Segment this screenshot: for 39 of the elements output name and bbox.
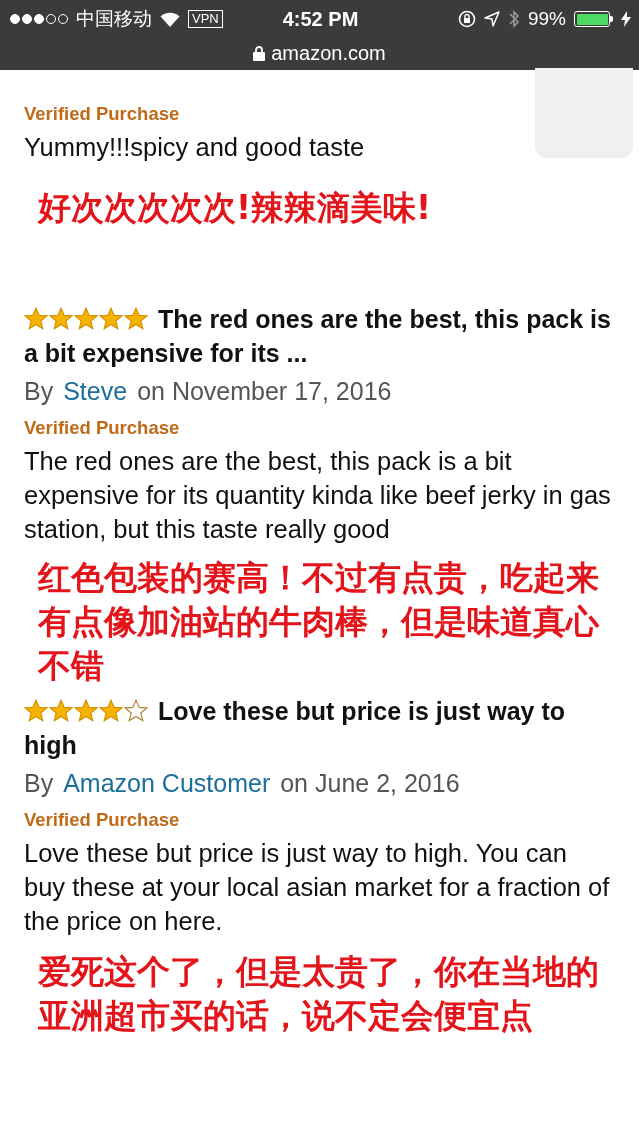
charging-bolt-icon <box>621 11 631 27</box>
translation-caption: 爱死这个了，但是太贵了，你在当地的亚洲超市买的话，说不定会便宜点 <box>37 951 600 1037</box>
byline-label: By <box>24 768 54 798</box>
vpn-indicator: VPN <box>188 10 223 28</box>
star-icon <box>124 307 148 331</box>
lock-icon <box>253 45 266 61</box>
battery-percentage: 99% <box>527 8 566 30</box>
star-icon <box>49 307 73 331</box>
star-icon <box>99 307 123 331</box>
byline-label: By <box>24 376 54 406</box>
verified-purchase-label: Verified Purchase <box>24 102 180 126</box>
star-icon <box>74 699 98 723</box>
star-icon <box>24 699 48 723</box>
star-icon <box>49 699 73 723</box>
star-icon <box>74 307 98 331</box>
carrier-name: 中国移动 <box>76 7 152 31</box>
wifi-icon <box>160 11 180 27</box>
author-link[interactable]: Steve <box>63 376 128 406</box>
star-icon <box>24 307 48 331</box>
bluetooth-icon <box>507 9 520 29</box>
review-date: on June 2, 2016 <box>280 768 460 798</box>
floating-button[interactable] <box>535 68 633 158</box>
rotation-lock-icon <box>457 10 476 28</box>
author-link[interactable]: Amazon Customer <box>63 768 271 798</box>
clock: 4:52 PM <box>282 7 359 31</box>
page-url[interactable]: amazon.com <box>271 41 386 65</box>
star-icon <box>99 699 123 723</box>
review-title[interactable]: Love these but price is just way to high <box>24 694 613 762</box>
translation-caption: 好次次次次次!辣辣滴美味! <box>36 187 433 229</box>
translation-caption: 红色包装的赛高！不过有点贵，吃起来有点像加油站的牛肉棒，但是味道真心不错 <box>36 557 601 687</box>
verified-purchase-label: Verified Purchase <box>24 808 180 832</box>
review-text: The red ones are the best, this pack is a bit expensive for its quantity kinda like beef jerky in gas station, but this taste really good <box>24 446 612 545</box>
verified-purchase-label: Verified Purchase <box>24 416 180 440</box>
location-arrow-icon <box>483 11 500 27</box>
review-date: on November 17, 2016 <box>137 376 392 406</box>
battery-icon <box>574 11 613 27</box>
review-title[interactable]: The red ones are the best, this pack is a bit expensive for its ... <box>24 302 613 370</box>
review-text: Love these but price is just way to high. You can buy these at your local asian market for a fraction of the price on here. <box>24 838 611 937</box>
review-text: Yummy!!!spicy and good taste <box>24 132 366 163</box>
